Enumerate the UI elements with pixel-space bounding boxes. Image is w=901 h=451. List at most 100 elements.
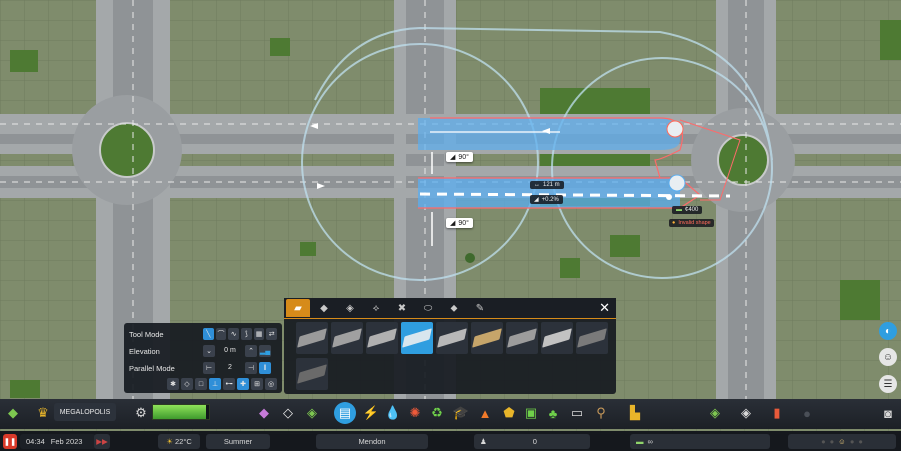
camera-icon[interactable]: ◙ (879, 404, 897, 422)
snap-object-icon[interactable]: ◇ (181, 378, 193, 390)
speed-icon[interactable]: ▶▶ (94, 434, 110, 449)
angle-indicator-top: ◢ 90° (446, 152, 473, 162)
landscape-icon[interactable]: ⚲ (592, 404, 610, 422)
slope-value: +0.2% (541, 196, 559, 203)
citizen-icon[interactable]: ☺ (879, 348, 897, 366)
fire-icon[interactable]: ▲ (476, 404, 494, 422)
education-icon[interactable]: 🎓 (452, 404, 470, 422)
continuous-mode-button[interactable]: ⟆ (241, 328, 252, 340)
asset-highway-selected[interactable] (401, 322, 433, 354)
roads-icon[interactable]: ▤ (334, 402, 356, 424)
milestone-name[interactable]: MEGALOPOLIS (54, 403, 116, 421)
tab-highways[interactable]: ⟡ (364, 299, 388, 317)
angle-icon: ◢ (450, 220, 456, 227)
asset-small-road[interactable] (296, 322, 328, 354)
city-name: Mendon (316, 434, 428, 449)
snap-square-icon[interactable]: □ (195, 378, 207, 390)
angle-icon: ◢ (450, 154, 456, 161)
parks-icon[interactable]: ♣ (544, 404, 562, 422)
industry-icon[interactable]: ▙ (626, 404, 644, 422)
map-tiles-icon[interactable]: ◈ (706, 404, 724, 422)
asset-elevated-road[interactable] (576, 322, 608, 354)
length-indicator: ↔ 121 m (530, 181, 564, 189)
elevation-step-icon[interactable]: ▂▄ (259, 345, 271, 357)
menu-icon[interactable]: ◆ (4, 404, 22, 422)
straight-mode-button[interactable]: ╲ (203, 328, 214, 340)
game-date: Feb 2023 (50, 437, 83, 446)
tab-small-roads[interactable]: ▰ (286, 299, 310, 317)
tab-pathways[interactable]: ⬥ (442, 299, 466, 317)
asset-small-road-alt[interactable] (331, 322, 363, 354)
curve-mode-button[interactable]: ⌒ (215, 328, 227, 340)
elevation-up-button[interactable]: ⌃ (245, 345, 257, 357)
districts-icon[interactable]: ◈ (737, 404, 755, 422)
angle-value: 90° (458, 153, 469, 161)
snap-row: ✱ ◇ □ ⊥ •╼ ✚ ⊞ ◎ (129, 377, 277, 391)
snap-angle-icon[interactable]: ⊥ (209, 378, 221, 390)
close-icon[interactable]: ✕ (599, 300, 610, 316)
asset-category-tabs: ▰ ◆ ◈ ⟡ ✖ ⬭ ⬥ ✎ ✕ (284, 298, 616, 319)
progress-icon: ⚙ (135, 405, 147, 420)
disabled-icon: ● (803, 405, 811, 421)
area-icon[interactable]: ◇ (279, 404, 297, 422)
parallel-decrease-button[interactable]: ⊢ (203, 362, 215, 374)
tool-options-panel: Tool Mode ╲ ⌒ ∿ ⟆ ▦ ⇄ Elevation ⌄ 0 m ⌃ … (124, 323, 282, 393)
parallel-mode-row: Parallel Mode ⊢ 2 ⊣ ‖ (129, 361, 277, 375)
snap-length-icon[interactable]: •╼ (223, 378, 235, 390)
asset-large-road[interactable] (436, 322, 468, 354)
garbage-icon[interactable]: ♻ (428, 404, 446, 422)
warning-indicator: ● Invalid shape (669, 219, 714, 227)
statistics-icon[interactable]: ▮ (768, 404, 786, 422)
money-display: ▬ ∞ (630, 434, 770, 449)
electricity-icon[interactable]: ⚡ (362, 404, 380, 422)
tab-intersections[interactable]: ✖ (390, 299, 414, 317)
milestone-trophy-icon[interactable]: ♛ (34, 404, 52, 422)
tab-large-roads[interactable]: ◈ (338, 299, 362, 317)
snap-grid-icon[interactable]: ⊞ (251, 378, 263, 390)
weather-display: ☀ 22°C (158, 434, 200, 449)
road-asset-panel: ▰ ◆ ◈ ⟡ ✖ ⬭ ⬥ ✎ ✕ (284, 298, 616, 394)
sun-icon: ☀ (166, 437, 173, 446)
snap-zone-icon[interactable]: ◎ (265, 378, 277, 390)
happiness-icon: ☺ (838, 437, 846, 446)
tool-mode-row: Tool Mode ╲ ⌒ ∿ ⟆ ▦ ⇄ (129, 327, 278, 341)
asset-avenue[interactable] (541, 322, 573, 354)
police-icon[interactable]: ⬟ (500, 404, 518, 422)
elevation-down-button[interactable]: ⌄ (203, 345, 215, 357)
landscaping-icon[interactable]: ◈ (303, 404, 321, 422)
money-icon: ▬ (676, 207, 682, 213)
chirper-icon[interactable]: ◐ (879, 322, 897, 340)
angle-value: 90° (458, 219, 469, 227)
temperature: 22°C (174, 437, 192, 446)
tool-mode-label: Tool Mode (129, 329, 164, 339)
population-icon: ♟ (480, 437, 487, 446)
asset-bridge[interactable] (296, 358, 328, 390)
asset-medium-road[interactable] (366, 322, 398, 354)
tab-medium-roads[interactable]: ◆ (312, 299, 336, 317)
asset-gravel-road[interactable] (471, 322, 503, 354)
elevation-row: Elevation ⌄ 0 m ⌃ ▂▄ (129, 344, 277, 358)
tab-roundabouts[interactable]: ⬭ (416, 299, 440, 317)
tab-road-tools[interactable]: ✎ (468, 299, 492, 317)
status-dot-icon: ● (849, 437, 855, 446)
zoning-icon[interactable]: ◆ (255, 404, 273, 422)
parallel-mode-label: Parallel Mode (129, 363, 175, 373)
grid-mode-button[interactable]: ▦ (253, 328, 265, 340)
status-dot-icon: ● (858, 437, 863, 446)
parallel-toggle-button[interactable]: ‖ (259, 362, 271, 374)
info-list-icon[interactable]: ☰ (879, 375, 897, 393)
population-value: 0 (532, 437, 537, 446)
population-display: ♟ 0 (474, 434, 590, 449)
replace-mode-button[interactable]: ⇄ (266, 328, 278, 340)
pause-icon[interactable]: ❚❚ (3, 434, 17, 449)
water-icon[interactable]: 💧 (384, 404, 402, 422)
snap-cross-icon[interactable]: ✚ (237, 378, 249, 390)
parallel-increase-button[interactable]: ⊣ (245, 362, 257, 374)
slope-icon: ◢ (534, 197, 539, 203)
snap-all-icon[interactable]: ✱ (167, 378, 179, 390)
transport-icon[interactable]: ▣ (522, 404, 540, 422)
communication-icon[interactable]: ▭ (568, 404, 586, 422)
asset-one-way-road[interactable] (506, 322, 538, 354)
complex-curve-button[interactable]: ∿ (228, 328, 240, 340)
health-icon[interactable]: ✺ (406, 404, 424, 422)
